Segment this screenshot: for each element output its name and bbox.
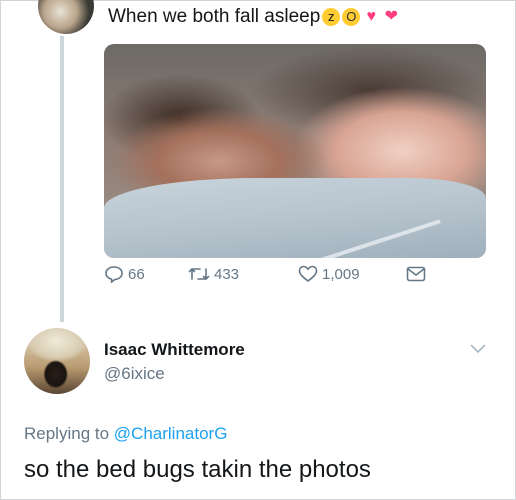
tweet-text: When we both fall asleep z O ♥ ❤ — [108, 6, 400, 28]
retweet-count: 433 — [214, 265, 240, 283]
replying-mention-link[interactable]: @CharlinatorG — [114, 424, 228, 443]
direct-message-button[interactable] — [406, 266, 426, 282]
heart-icon — [298, 265, 318, 283]
retweet-button[interactable]: 433 — [188, 266, 239, 283]
screaming-face-icon: O — [342, 8, 361, 26]
display-name[interactable]: Isaac Whittemore — [104, 340, 245, 360]
sleeping-face-icon: z — [322, 8, 341, 26]
replying-prefix: Replying to — [24, 424, 114, 443]
retweet-icon — [188, 268, 210, 280]
sparkling-heart-icon: ❤ — [384, 8, 398, 25]
chevron-down-icon[interactable] — [470, 344, 486, 354]
reply-icon — [105, 266, 123, 283]
reply-avatar[interactable] — [24, 328, 90, 394]
emoji-group: z O ♥ ❤ — [322, 8, 400, 26]
like-count: 1,009 — [322, 265, 360, 283]
envelope-icon — [406, 266, 426, 282]
reply-tweet-text: so the bed bugs takin the photos — [24, 456, 371, 483]
thread-line — [60, 36, 64, 322]
two-hearts-icon: ♥ — [366, 8, 377, 25]
reply-count: 66 — [128, 265, 145, 283]
tweet-text-content: When we both fall asleep — [108, 6, 321, 27]
photo-blanket — [104, 178, 486, 258]
tweet-photo[interactable] — [104, 44, 486, 258]
user-handle[interactable]: @6ixice — [104, 364, 165, 384]
reply-button[interactable]: 66 — [104, 265, 145, 283]
replying-to: Replying to @CharlinatorG — [24, 424, 227, 444]
like-button[interactable]: 1,009 — [298, 265, 360, 283]
